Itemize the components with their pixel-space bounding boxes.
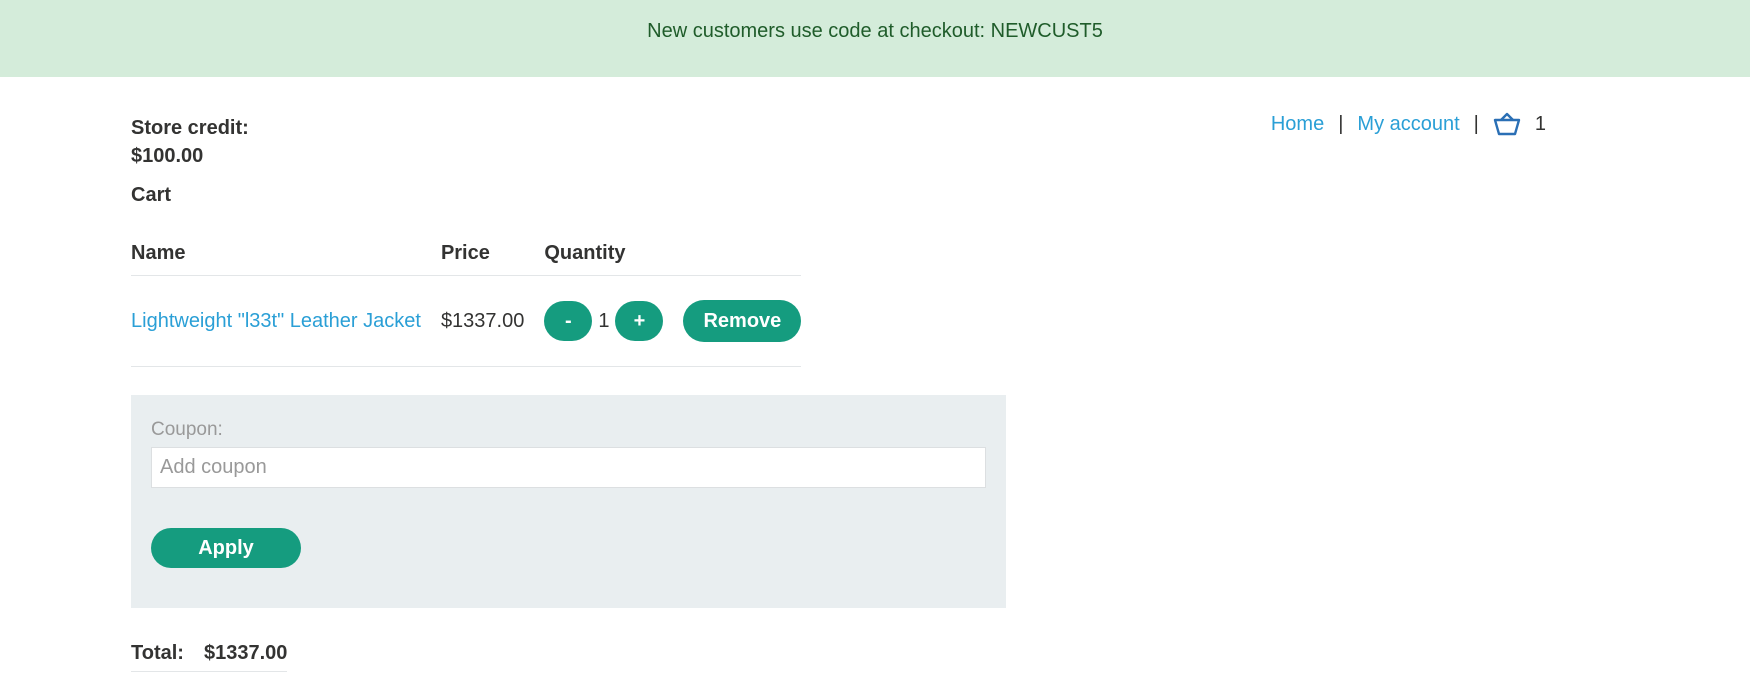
table-row: Lightweight "l33t" Leather Jacket $1337.…	[131, 275, 802, 367]
order-total: Total: $1337.00	[131, 642, 288, 672]
total-label: Total:	[131, 642, 184, 664]
quantity-value: 1	[598, 309, 610, 332]
promo-banner: New customers use code at checkout: NEWC…	[0, 0, 1750, 77]
promo-banner-text: New customers use code at checkout: NEWC…	[647, 20, 1103, 42]
basket-icon	[1493, 112, 1521, 136]
nav-cart-link[interactable]	[1493, 112, 1521, 136]
cart-item-name-cell: Lightweight "l33t" Leather Jacket	[131, 275, 441, 367]
store-credit-value: $100.00	[131, 145, 204, 167]
nav-my-account-link[interactable]: My account	[1357, 113, 1459, 136]
cart-item-quantity-cell: - 1 +	[544, 275, 684, 367]
column-header-price: Price	[440, 236, 545, 276]
cart-table-header: Name Price Quantity	[131, 236, 802, 276]
store-credit-label: Store credit:	[131, 117, 249, 139]
cart-table: Name Price Quantity Lightweight "l33t" L…	[131, 236, 802, 367]
cart-item-price: $1337.00	[440, 275, 545, 367]
coupon-label: Coupon:	[151, 419, 223, 440]
coupon-panel: Coupon: Apply	[131, 395, 1006, 608]
cart-item-actions-cell: Remove	[683, 275, 802, 367]
column-header-quantity: Quantity	[544, 236, 802, 276]
nav-separator: |	[1473, 112, 1479, 135]
column-header-name: Name	[131, 236, 441, 276]
cart-heading: Cart	[131, 184, 172, 206]
apply-coupon-button[interactable]: Apply	[151, 528, 301, 568]
coupon-input[interactable]	[151, 447, 986, 488]
product-link[interactable]: Lightweight "l33t" Leather Jacket	[131, 310, 421, 332]
increment-quantity-button[interactable]: +	[615, 301, 664, 341]
quantity-stepper: - 1 +	[544, 301, 664, 341]
store-credit: Store credit: $100.00	[131, 114, 249, 170]
decrement-quantity-button[interactable]: -	[544, 301, 593, 341]
top-nav: Home | My account | 1	[1271, 112, 1546, 136]
nav-separator: |	[1338, 112, 1344, 135]
total-value: $1337.00	[203, 642, 288, 664]
cart-count: 1	[1534, 112, 1546, 135]
nav-home-link[interactable]: Home	[1271, 113, 1324, 136]
remove-item-button[interactable]: Remove	[683, 300, 802, 342]
